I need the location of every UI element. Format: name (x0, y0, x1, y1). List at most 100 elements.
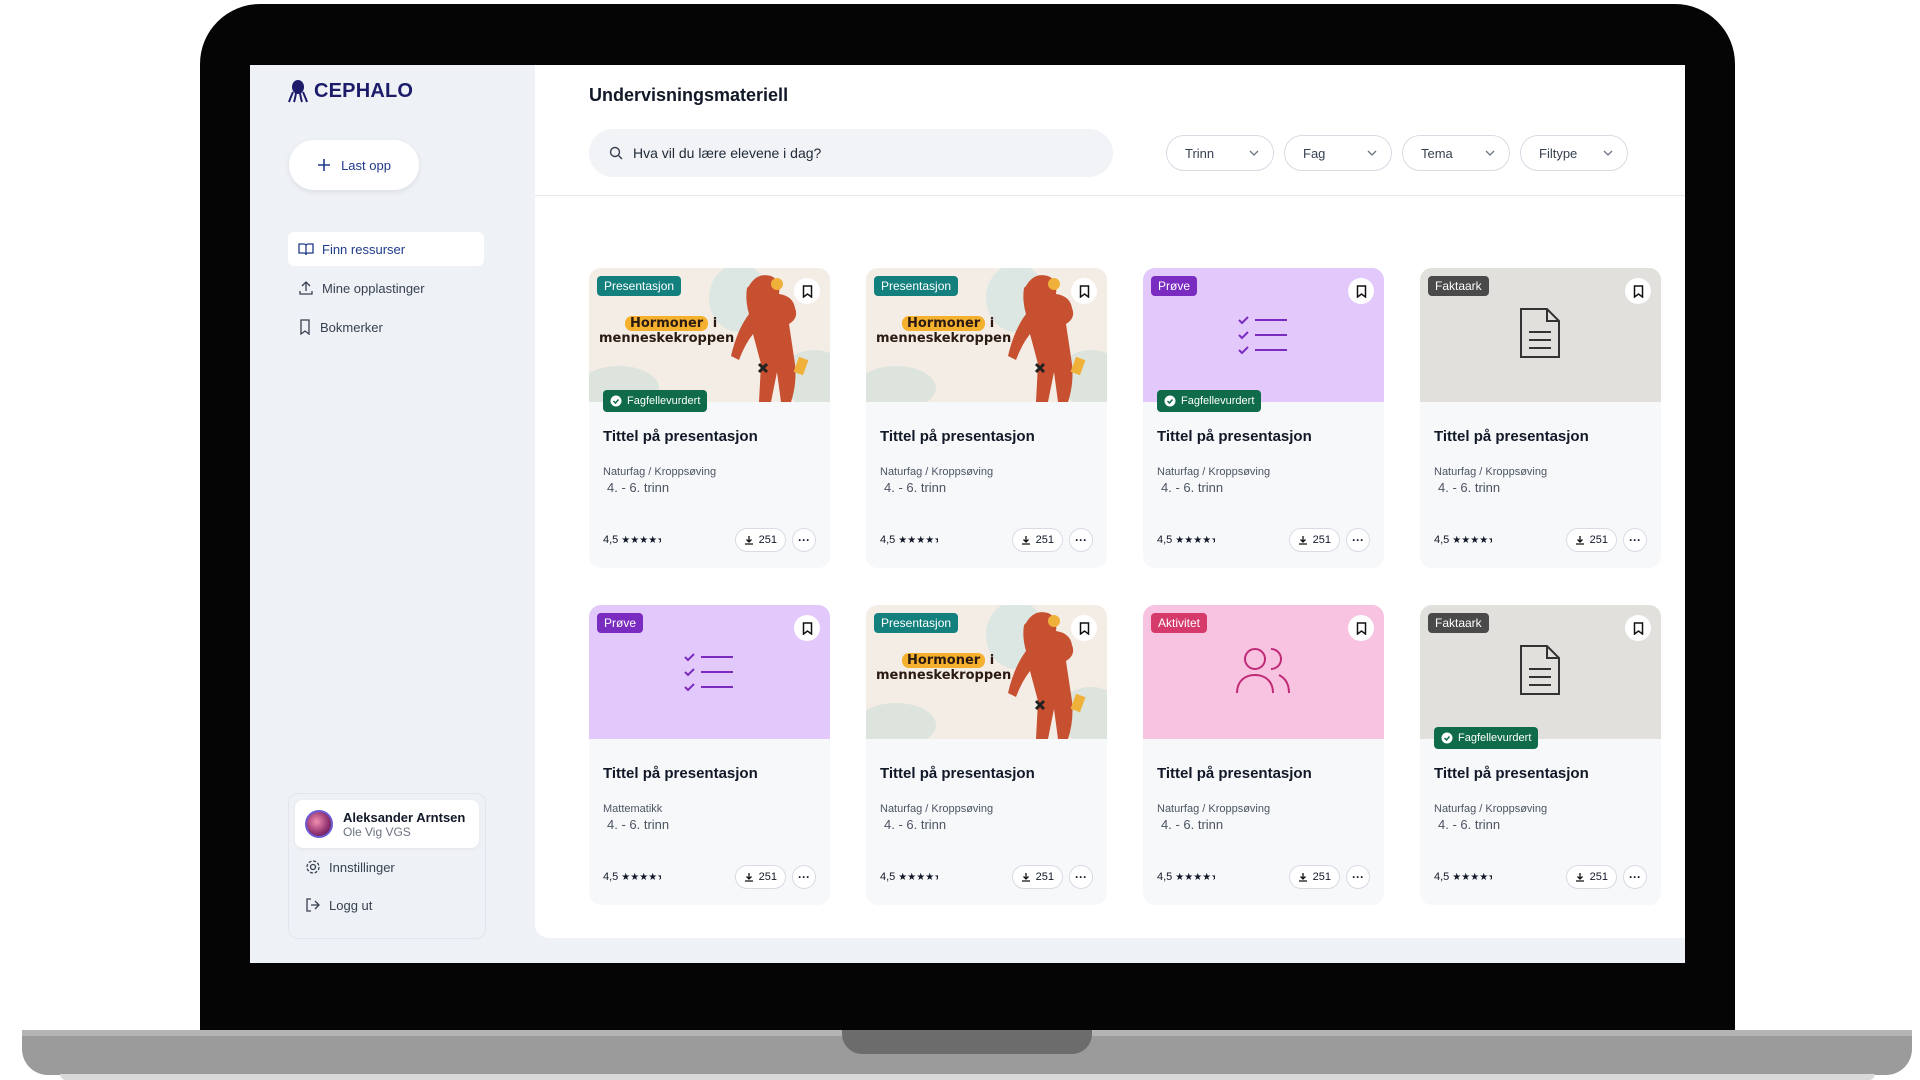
bookmark-button[interactable] (1625, 278, 1651, 304)
more-icon: ··· (1352, 870, 1364, 884)
download-button[interactable]: 251 (1011, 528, 1063, 552)
bookmark-button[interactable] (1625, 615, 1651, 641)
search-input[interactable] (633, 145, 1073, 161)
check-circle-icon (610, 395, 622, 407)
more-options-button[interactable]: ··· (1346, 528, 1370, 552)
more-options-button[interactable]: ··· (1346, 865, 1370, 889)
download-button[interactable]: 251 (1288, 528, 1340, 552)
illustration-line: menneskekroppen (876, 331, 1012, 346)
star-rating-icon: ★★★★★ (621, 871, 661, 883)
card-title[interactable]: Tittel på presentasjon (1157, 765, 1312, 782)
chevron-down-icon (1249, 150, 1259, 156)
illustration-line: menneskekroppen (876, 668, 1012, 683)
peer-reviewed-label: Fagfellevurdert (627, 395, 701, 407)
card-subject: Naturfag / Kroppsøving (1434, 803, 1548, 815)
more-options-button[interactable]: ··· (792, 865, 816, 889)
card-thumbnail[interactable]: Prøve (1143, 268, 1384, 402)
upload-button[interactable]: Last opp (289, 140, 419, 190)
resource-card[interactable]: Aktivitet Tittel på presentasjon Naturfa… (1143, 605, 1384, 905)
filter-topic-dropdown[interactable]: Tema (1402, 135, 1510, 171)
rating-value: 4,5 (603, 871, 619, 883)
card-grade: 4. - 6. trinn (1438, 480, 1501, 495)
resource-card[interactable]: Hormoner i menneskekroppen Presentasjon … (589, 268, 830, 568)
logout-icon (306, 898, 320, 912)
sidebar-item-my-uploads[interactable]: Mine opplastinger (288, 271, 484, 305)
card-subject: Naturfag / Kroppsøving (1434, 466, 1548, 478)
settings-label: Innstillinger (329, 859, 395, 875)
user-panel: Aleksander Arntsen Ole Vig VGS Innstilli… (288, 793, 486, 939)
bookmark-button[interactable] (1071, 615, 1097, 641)
logout-link[interactable]: Logg ut (295, 886, 479, 924)
download-button[interactable]: 251 (1011, 865, 1063, 889)
card-thumbnail[interactable]: Hormoner i menneskekroppen Presentasjon (866, 268, 1107, 402)
download-button[interactable]: 251 (1565, 528, 1617, 552)
bookmark-button[interactable] (1348, 278, 1374, 304)
more-icon: ··· (798, 533, 810, 547)
rating-value: 4,5 (603, 534, 619, 546)
card-subject: Naturfag / Kroppsøving (880, 803, 994, 815)
card-thumbnail[interactable]: Aktivitet (1143, 605, 1384, 739)
card-actions: 251 ··· (1288, 528, 1370, 552)
resource-card[interactable]: Hormoner i menneskekroppen Presentasjon … (866, 605, 1107, 905)
filter-filetype-dropdown[interactable]: Filtype (1520, 135, 1628, 171)
user-card[interactable]: Aleksander Arntsen Ole Vig VGS (295, 800, 479, 848)
logo[interactable]: CEPHALO (288, 79, 413, 103)
card-thumbnail[interactable]: Hormoner i menneskekroppen Presentasjon (866, 605, 1107, 739)
more-icon: ··· (1075, 870, 1087, 884)
resource-card[interactable]: Hormoner i menneskekroppen Presentasjon … (866, 268, 1107, 568)
chevron-down-icon (1603, 150, 1613, 156)
card-title[interactable]: Tittel på presentasjon (1157, 428, 1312, 445)
card-title[interactable]: Tittel på presentasjon (880, 428, 1035, 445)
card-thumbnail[interactable]: Hormoner i menneskekroppen Presentasjon (589, 268, 830, 402)
filter-label: Fag (1303, 145, 1326, 161)
card-title[interactable]: Tittel på presentasjon (880, 765, 1035, 782)
filter-subject-dropdown[interactable]: Fag (1284, 135, 1392, 171)
resource-card[interactable]: Prøve Tittel på presentasjon Mattematikk… (589, 605, 830, 905)
resource-card[interactable]: Faktaark Fagfellevurdert Tittel på prese… (1420, 605, 1661, 905)
main-content: Undervisningsmateriell Trinn Fag Tema Fi… (535, 65, 1685, 938)
card-footer: 4,5 ★★★★★ 251 ··· (1157, 528, 1370, 552)
bookmark-button[interactable] (1071, 278, 1097, 304)
download-icon (1298, 536, 1307, 545)
illustration-word: Hormoner (902, 316, 986, 331)
card-thumbnail[interactable]: Prøve (589, 605, 830, 739)
filter-bar: Trinn Fag Tema Filtype (1166, 135, 1628, 171)
bookmark-button[interactable] (794, 278, 820, 304)
card-thumbnail[interactable]: Faktaark (1420, 605, 1661, 739)
card-title[interactable]: Tittel på presentasjon (603, 765, 758, 782)
bookmark-button[interactable] (794, 615, 820, 641)
search-bar[interactable] (589, 129, 1113, 177)
card-title[interactable]: Tittel på presentasjon (1434, 428, 1589, 445)
card-actions: 251 ··· (734, 528, 816, 552)
resource-type-tag: Prøve (597, 613, 644, 633)
resource-card[interactable]: Prøve Fagfellevurdert Tittel på presenta… (1143, 268, 1384, 568)
bookmark-icon (802, 284, 812, 298)
more-options-button[interactable]: ··· (1623, 865, 1647, 889)
download-button[interactable]: 251 (1288, 865, 1340, 889)
resource-type-tag: Presentasjon (597, 276, 682, 296)
card-title[interactable]: Tittel på presentasjon (1434, 765, 1589, 782)
sidebar-item-find-resources[interactable]: Finn ressurser (288, 232, 484, 266)
sidebar-item-label: Finn ressurser (322, 241, 406, 257)
filter-grade-dropdown[interactable]: Trinn (1166, 135, 1274, 171)
card-thumbnail[interactable]: Faktaark (1420, 268, 1661, 402)
download-button[interactable]: 251 (734, 865, 786, 889)
more-options-button[interactable]: ··· (1069, 528, 1093, 552)
resource-card[interactable]: Faktaark Tittel på presentasjon Naturfag… (1420, 268, 1661, 568)
book-open-icon (298, 243, 314, 256)
download-button[interactable]: 251 (734, 528, 786, 552)
header-divider (535, 195, 1685, 196)
more-options-button[interactable]: ··· (1623, 528, 1647, 552)
bookmark-button[interactable] (1348, 615, 1374, 641)
more-icon: ··· (1352, 533, 1364, 547)
card-footer: 4,5 ★★★★★ 251 ··· (603, 865, 816, 889)
settings-link[interactable]: Innstillinger (295, 848, 479, 886)
download-button[interactable]: 251 (1565, 865, 1617, 889)
sidebar-item-bookmarks[interactable]: Bokmerker (288, 310, 484, 344)
bookmark-icon (300, 319, 310, 335)
card-title[interactable]: Tittel på presentasjon (603, 428, 758, 445)
illustration-title: Hormoner i menneskekroppen (599, 316, 734, 346)
more-options-button[interactable]: ··· (1069, 865, 1093, 889)
illustration-word: Hormoner (625, 316, 709, 331)
more-options-button[interactable]: ··· (792, 528, 816, 552)
